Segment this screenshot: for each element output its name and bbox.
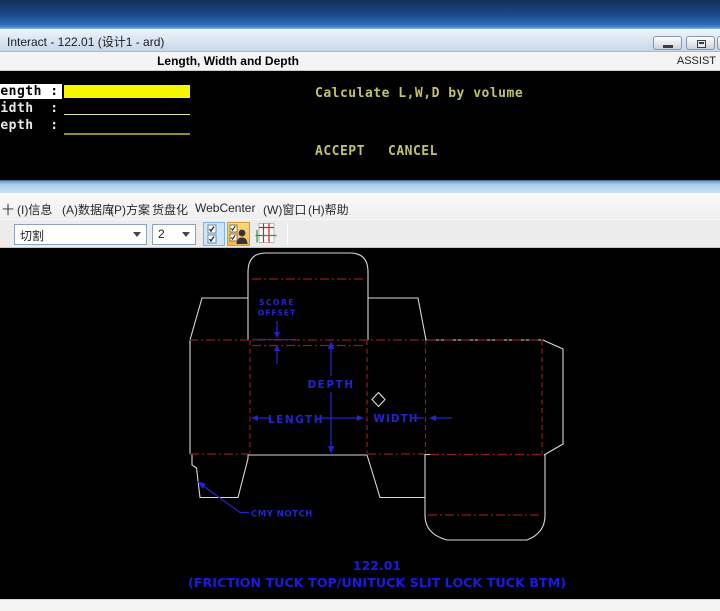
menu-item-clipped[interactable]: 十 (2, 201, 14, 218)
minimize-icon (663, 45, 673, 48)
drawing-code-caption: 122.01 (353, 558, 401, 573)
dialog-title: Length, Width and Depth (78, 54, 378, 68)
cancel-button[interactable]: CANCEL (388, 144, 438, 159)
user-checklist-icon (228, 223, 249, 245)
layout-grid-toolbar-button[interactable] (253, 222, 279, 246)
minimize-button[interactable] (653, 36, 682, 50)
menu-item-info[interactable]: (I)信息 (17, 201, 52, 218)
checklist-icon (204, 223, 224, 245)
window-border-strip (0, 180, 720, 193)
chevron-down-icon (182, 232, 190, 237)
depth-label: Depth : (0, 118, 59, 133)
status-bar (0, 599, 720, 611)
user-checklist-toolbar-button[interactable] (227, 222, 250, 246)
toolbar-separator (287, 223, 288, 245)
count-dropdown[interactable]: 2 (152, 224, 196, 245)
drawing-canvas[interactable]: SCORE OFFSET DEPTH LENGTH WIDTH CMY NOTC… (0, 248, 720, 599)
checklist-toolbar-button[interactable] (203, 222, 225, 246)
menu-item-database[interactable]: (A)数据库 (62, 201, 114, 218)
depth-dimension-label: DEPTH (307, 379, 354, 391)
length-label: Length : (0, 84, 62, 99)
calculate-hint: Calculate L,W,D by volume (315, 86, 523, 101)
drawing-description-caption: (FRICTION TUCK TOP/UNITUCK SLIT LOCK TUC… (188, 575, 566, 590)
desktop-band (0, 0, 720, 29)
count-dropdown-value: 2 (158, 227, 165, 241)
dieline-drawing: SCORE OFFSET DEPTH LENGTH WIDTH CMY NOTC… (0, 248, 720, 599)
menu-item-webcenter[interactable]: WebCenter (195, 201, 255, 215)
score-offset-label-line2: OFFSET (258, 309, 296, 318)
width-dimension-label: WIDTH (373, 413, 418, 425)
maximize-icon (697, 40, 706, 48)
length-input[interactable] (64, 85, 190, 98)
dieline-cut-lines (190, 253, 563, 540)
chevron-down-icon (133, 232, 141, 237)
menu-item-window[interactable]: (W)窗口 (263, 201, 306, 218)
layer-dropdown[interactable]: 切割 (14, 224, 147, 245)
width-input[interactable] (64, 114, 190, 115)
width-label: Width : (0, 101, 59, 116)
menu-item-help[interactable]: (H)帮助 (308, 201, 349, 218)
depth-input[interactable] (64, 133, 190, 135)
accept-button[interactable]: ACCEPT (315, 144, 365, 159)
cmy-notch-label: CMY NOTCH (251, 510, 313, 520)
cursor-diamond (372, 393, 385, 407)
layout-grid-icon (253, 222, 279, 244)
assist-menu[interactable]: ASSIST (677, 55, 716, 67)
app-window: { "window": { "title": "Interact - 122.0… (0, 0, 720, 611)
length-dimension-label: LENGTH (268, 414, 324, 426)
layer-dropdown-value: 切割 (20, 229, 44, 243)
score-offset-label-line1: SCORE (259, 298, 295, 307)
menu-item-scheme[interactable]: (P)方案 (110, 201, 150, 218)
window-title: Interact - 122.01 (设计1 - ard) (7, 33, 164, 50)
maximize-button[interactable] (686, 36, 715, 50)
menu-item-palletize[interactable]: 货盘化 (152, 201, 188, 218)
